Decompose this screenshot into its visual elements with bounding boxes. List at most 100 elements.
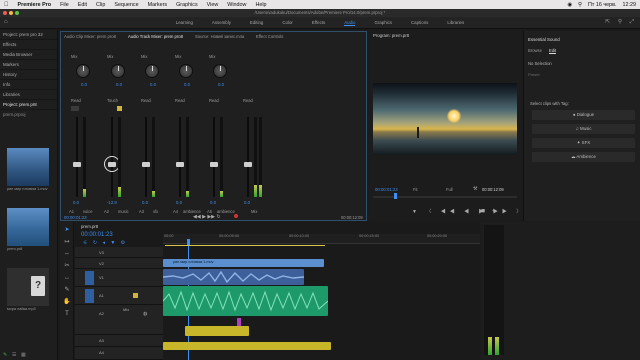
- gain-value-2[interactable]: -12.9: [107, 200, 117, 205]
- tab-browse[interactable]: Browse: [528, 48, 542, 53]
- pen-tool-icon[interactable]: ✎: [63, 286, 71, 294]
- wrench-icon[interactable]: ⚒: [473, 186, 477, 192]
- mute-button-1[interactable]: [71, 106, 79, 111]
- microphone-icon[interactable]: ◍: [143, 311, 147, 317]
- gain-value-5[interactable]: 0.0: [210, 200, 216, 205]
- apple-icon[interactable]: : [4, 2, 9, 8]
- audio-clip-a2[interactable]: [163, 286, 328, 316]
- sfx-button[interactable]: ✦ SFX: [532, 138, 635, 148]
- panel-info[interactable]: Info: [0, 80, 57, 90]
- fullscreen-icon[interactable]: ⤢: [630, 19, 634, 26]
- audio-clip-a1[interactable]: [163, 269, 304, 285]
- program-video-frame[interactable]: [373, 83, 517, 155]
- menubar-time[interactable]: 12:29: [623, 2, 637, 8]
- selection-tool-icon[interactable]: ➤: [63, 226, 71, 234]
- wifi-icon[interactable]: ◉: [567, 2, 572, 8]
- send-dropdown-4[interactable]: Mix: [175, 54, 181, 59]
- fader-handle-1[interactable]: [73, 162, 81, 167]
- program-transport-controls[interactable]: ▼ 〈 ◀◀ ◀ ▶ ▶▶ 〉: [412, 208, 525, 215]
- track-header-a3[interactable]: A3: [75, 335, 163, 347]
- tab-source[interactable]: Source: Новий запис.m4a: [195, 34, 244, 39]
- send-dropdown-2[interactable]: Mix: [107, 54, 113, 59]
- ambience-button[interactable]: ☁ Ambience: [532, 152, 635, 162]
- music-button[interactable]: ♫ Music: [532, 124, 635, 134]
- track-header-a4[interactable]: A4: [75, 347, 163, 360]
- workspace-editing[interactable]: Editing: [250, 20, 263, 25]
- workspace-effects[interactable]: Effects: [312, 20, 325, 25]
- menu-window[interactable]: Window: [227, 2, 246, 8]
- hand-tool-icon[interactable]: ✋: [63, 298, 71, 306]
- menu-graphics[interactable]: Graphics: [176, 2, 198, 8]
- zoom-window-button[interactable]: [15, 11, 19, 15]
- track-header-v1[interactable]: V1: [75, 269, 163, 287]
- gain-value-1[interactable]: 0.0: [73, 200, 79, 205]
- panel-media-browser[interactable]: Media Browser: [0, 50, 57, 60]
- track-select-tool-icon[interactable]: ↦: [63, 238, 71, 246]
- transport-controls[interactable]: ◀◀ ▶ ▶▶ ↻: [193, 214, 221, 220]
- source-patch-a1[interactable]: [85, 289, 94, 303]
- workspace-audio[interactable]: Audio: [344, 20, 356, 26]
- zoom-level-dropdown[interactable]: Fit: [413, 187, 418, 192]
- media-thumbnail-2[interactable]: [7, 208, 49, 246]
- home-icon[interactable]: ⌂: [4, 19, 8, 25]
- audio-clip-a3[interactable]: [185, 326, 249, 336]
- workspace-captions[interactable]: Captions: [411, 20, 428, 25]
- workspace-learning[interactable]: Learning: [176, 20, 193, 25]
- app-menu[interactable]: Premiere Pro: [18, 2, 52, 8]
- pan-knob-1[interactable]: [76, 64, 90, 78]
- workspace-assembly[interactable]: Assembly: [212, 20, 231, 25]
- menubar-date[interactable]: Пт 16 черв.: [588, 2, 617, 8]
- plus-icon[interactable]: +: [492, 208, 495, 214]
- playback-resolution-dropdown[interactable]: Full: [446, 187, 453, 192]
- automation-mode-3[interactable]: Read: [141, 98, 151, 103]
- mixer-timecode-current[interactable]: 00:00:01:23: [64, 215, 87, 220]
- fader-track-4[interactable]: [179, 117, 181, 197]
- slip-tool-icon[interactable]: ↔: [63, 274, 71, 282]
- pan-knob-3[interactable]: [145, 64, 159, 78]
- pan-knob-5[interactable]: [213, 64, 227, 78]
- automation-mode-5[interactable]: Read: [209, 98, 219, 103]
- solo-button-2[interactable]: [117, 106, 122, 111]
- fader-handle-mix[interactable]: [244, 162, 252, 167]
- panel-effects[interactable]: Effects: [0, 40, 57, 50]
- search-icon[interactable]: ⚲: [578, 2, 582, 8]
- dialogue-button[interactable]: ● Dialogue: [532, 110, 635, 120]
- fader-track-5[interactable]: [213, 117, 215, 197]
- send-dropdown-3[interactable]: Mix: [141, 54, 147, 59]
- menu-clip[interactable]: Clip: [96, 2, 105, 8]
- pan-value-5[interactable]: 0.0: [218, 82, 224, 87]
- tab-effect-controls[interactable]: Effect Controls: [256, 34, 283, 39]
- fader-track-3[interactable]: [145, 117, 147, 197]
- essential-sound-title[interactable]: Essential Sound: [528, 37, 560, 42]
- program-timecode[interactable]: 00:00:01:23: [375, 187, 398, 192]
- video-clip[interactable]: рип мир готовим 1.mov: [163, 259, 324, 267]
- track-header-v2[interactable]: V2: [75, 258, 163, 269]
- fader-track-1[interactable]: [76, 117, 78, 197]
- close-window-button[interactable]: [3, 11, 7, 15]
- export-frame-icon[interactable]: ◼: [481, 208, 485, 214]
- gain-value-mix[interactable]: 0.0: [244, 200, 250, 205]
- panel-markers[interactable]: Markers: [0, 60, 57, 70]
- audio-clip-a4[interactable]: [163, 342, 331, 350]
- send-dropdown-1[interactable]: Mix: [71, 54, 77, 59]
- fader-track-mix[interactable]: [247, 117, 249, 197]
- pan-value-1[interactable]: 0.0: [81, 82, 87, 87]
- menu-sequence[interactable]: Sequence: [114, 2, 138, 8]
- minimize-window-button[interactable]: [9, 11, 13, 15]
- audio-file-thumbnail[interactable]: ?: [7, 268, 49, 306]
- solo-button-a1[interactable]: [133, 293, 138, 298]
- pan-value-3[interactable]: 0.0: [150, 82, 156, 87]
- pan-knob-4[interactable]: [179, 64, 193, 78]
- workspace-libraries[interactable]: Libraries: [447, 20, 464, 25]
- menu-markers[interactable]: Markers: [148, 2, 167, 8]
- pen-icon[interactable]: ✎: [3, 352, 7, 358]
- fader-handle-3[interactable]: [142, 162, 150, 167]
- send-dropdown-5[interactable]: Mix: [209, 54, 215, 59]
- source-patch-v1[interactable]: [85, 271, 94, 285]
- panel-history[interactable]: History: [0, 70, 57, 80]
- tab-audio-track-mixer[interactable]: Audio Track Mixer: prem pro8: [128, 34, 183, 39]
- fader-handle-2[interactable]: [108, 162, 116, 167]
- media-thumbnail-1[interactable]: [7, 148, 49, 186]
- menu-help[interactable]: Help: [255, 2, 266, 8]
- ripple-edit-tool-icon[interactable]: ⇔: [63, 250, 71, 258]
